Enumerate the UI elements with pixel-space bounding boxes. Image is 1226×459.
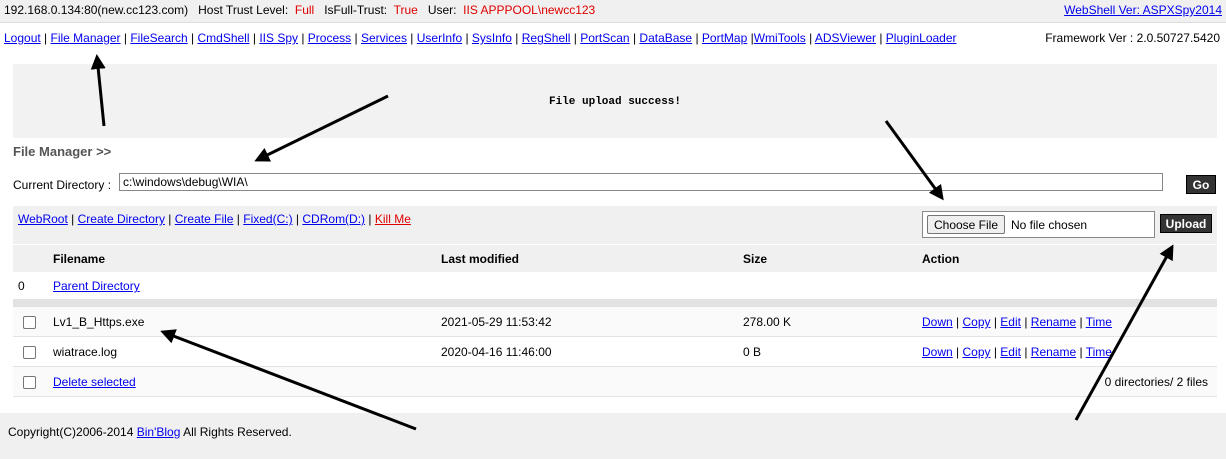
choose-file-button[interactable]: Choose File [927, 215, 1005, 234]
file-name: Lv1_B_Https.exe [53, 315, 145, 329]
fixed-drive-link[interactable]: Fixed(C:) [243, 212, 292, 226]
table-row: wiatrace.log 2020-04-16 11:46:00 0 B Dow… [13, 337, 1217, 367]
cdrom-drive-link[interactable]: CDRom(D:) [302, 212, 365, 226]
menu-adsviewer[interactable]: ADSViewer [815, 31, 876, 45]
copyright-suffix: All Rights Reserved. [183, 425, 292, 439]
menu-portmap[interactable]: PortMap [702, 31, 747, 45]
menu-sysinfo[interactable]: SysInfo [472, 31, 512, 45]
file-size: 0 B [743, 345, 762, 359]
action-edit[interactable]: Edit [1000, 315, 1021, 329]
menu-cmdshell[interactable]: CmdShell [197, 31, 249, 45]
row-checkbox[interactable] [23, 316, 36, 329]
no-file-chosen-text: No file chosen [1011, 218, 1088, 232]
delete-selected-link[interactable]: Delete selected [53, 375, 136, 389]
menu-filesearch[interactable]: FileSearch [130, 31, 187, 45]
action-copy[interactable]: Copy [962, 345, 990, 359]
row-checkbox[interactable] [23, 346, 36, 359]
file-name: wiatrace.log [53, 345, 118, 359]
webshell-version-link[interactable]: WebShell Ver: ASPXSpy2014 [1064, 3, 1222, 17]
top-info-bar: 192.168.0.134:80(new.cc123.com) Host Tru… [0, 0, 1226, 23]
action-time[interactable]: Time [1086, 315, 1112, 329]
header-action: Action [922, 252, 960, 266]
menu-iis-spy[interactable]: IIS Spy [259, 31, 298, 45]
file-upload-input[interactable]: Choose File No file chosen [922, 211, 1155, 238]
action-edit[interactable]: Edit [1000, 345, 1021, 359]
file-size: 278.00 K [743, 315, 792, 329]
menu-services[interactable]: Services [361, 31, 407, 45]
message-panel: File upload success! [13, 64, 1217, 138]
current-directory-input[interactable] [119, 173, 1163, 191]
copyright-prefix: Copyright(C)2006-2014 [8, 425, 134, 439]
row-separator [13, 299, 1217, 307]
menu-wmitools[interactable]: WmiTools [754, 31, 806, 45]
table-row: Lv1_B_Https.exe 2021-05-29 11:53:42 278.… [13, 307, 1217, 337]
file-modified: 2020-04-16 11:46:00 [441, 345, 552, 359]
menu-regshell[interactable]: RegShell [522, 31, 571, 45]
framework-version: Framework Ver : 2.0.50727.5420 [1045, 31, 1220, 45]
directory-file-summary: 0 directories/ 2 files [1104, 375, 1208, 389]
menu-logout[interactable]: Logout [4, 31, 41, 45]
fulltrust-label: IsFull-Trust: [324, 3, 388, 17]
webroot-link[interactable]: WebRoot [18, 212, 68, 226]
fulltrust-value: True [393, 3, 418, 17]
parent-directory-link[interactable]: Parent Directory [53, 279, 140, 293]
select-all-checkbox[interactable] [23, 376, 36, 389]
menu-portscan[interactable]: PortScan [580, 31, 629, 45]
action-copy[interactable]: Copy [962, 315, 990, 329]
trust-level-value: Full [294, 3, 315, 17]
host-address: 192.168.0.134:80(new.cc123.com) [4, 3, 189, 17]
action-rename[interactable]: Rename [1031, 315, 1076, 329]
table-footer-row: Delete selected 0 directories/ 2 files [13, 367, 1217, 397]
file-modified: 2021-05-29 11:53:42 [441, 315, 552, 329]
header-filename: Filename [53, 252, 106, 266]
action-rename[interactable]: Rename [1031, 345, 1076, 359]
main-menu: Logout | File Manager | FileSearch | Cmd… [4, 31, 1220, 45]
host-info: 192.168.0.134:80(new.cc123.com) Host Tru… [4, 3, 595, 17]
upload-button[interactable]: Upload [1160, 214, 1212, 233]
current-directory-label: Current Directory : [13, 178, 112, 192]
menu-file-manager[interactable]: File Manager [51, 31, 121, 45]
action-down[interactable]: Down [922, 345, 953, 359]
go-button[interactable]: Go [1186, 175, 1216, 194]
action-time[interactable]: Time [1086, 345, 1112, 359]
file-actions: Down | Copy | Edit | Rename | Time [922, 345, 1112, 359]
trust-level-label: Host Trust Level: [198, 3, 289, 17]
parent-directory-row: 0 Parent Directory [13, 272, 1217, 299]
file-table-header: Filename Last modified Size Action [13, 245, 1217, 272]
user-value: IIS APPPOOL\newcc123 [463, 3, 596, 17]
header-size: Size [743, 252, 768, 266]
menu-userinfo[interactable]: UserInfo [417, 31, 462, 45]
kill-me-link[interactable]: Kill Me [375, 212, 411, 226]
menu-process[interactable]: Process [308, 31, 351, 45]
action-down[interactable]: Down [922, 315, 953, 329]
file-actions: Down | Copy | Edit | Rename | Time [922, 315, 1112, 329]
menu-pluginloader[interactable]: PluginLoader [886, 31, 957, 45]
menu-database[interactable]: DataBase [639, 31, 692, 45]
upload-success-message: File upload success! [548, 96, 682, 108]
binblog-link[interactable]: Bin'Blog [137, 425, 181, 439]
file-manager-title: File Manager >> [13, 144, 112, 159]
create-directory-link[interactable]: Create Directory [78, 212, 165, 226]
parent-index: 0 [18, 279, 25, 293]
footer: Copyright(C)2006-2014 Bin'Blog All Right… [0, 413, 1226, 459]
create-file-link[interactable]: Create File [175, 212, 234, 226]
header-last-modified: Last modified [441, 252, 520, 266]
user-label: User: [427, 3, 457, 17]
